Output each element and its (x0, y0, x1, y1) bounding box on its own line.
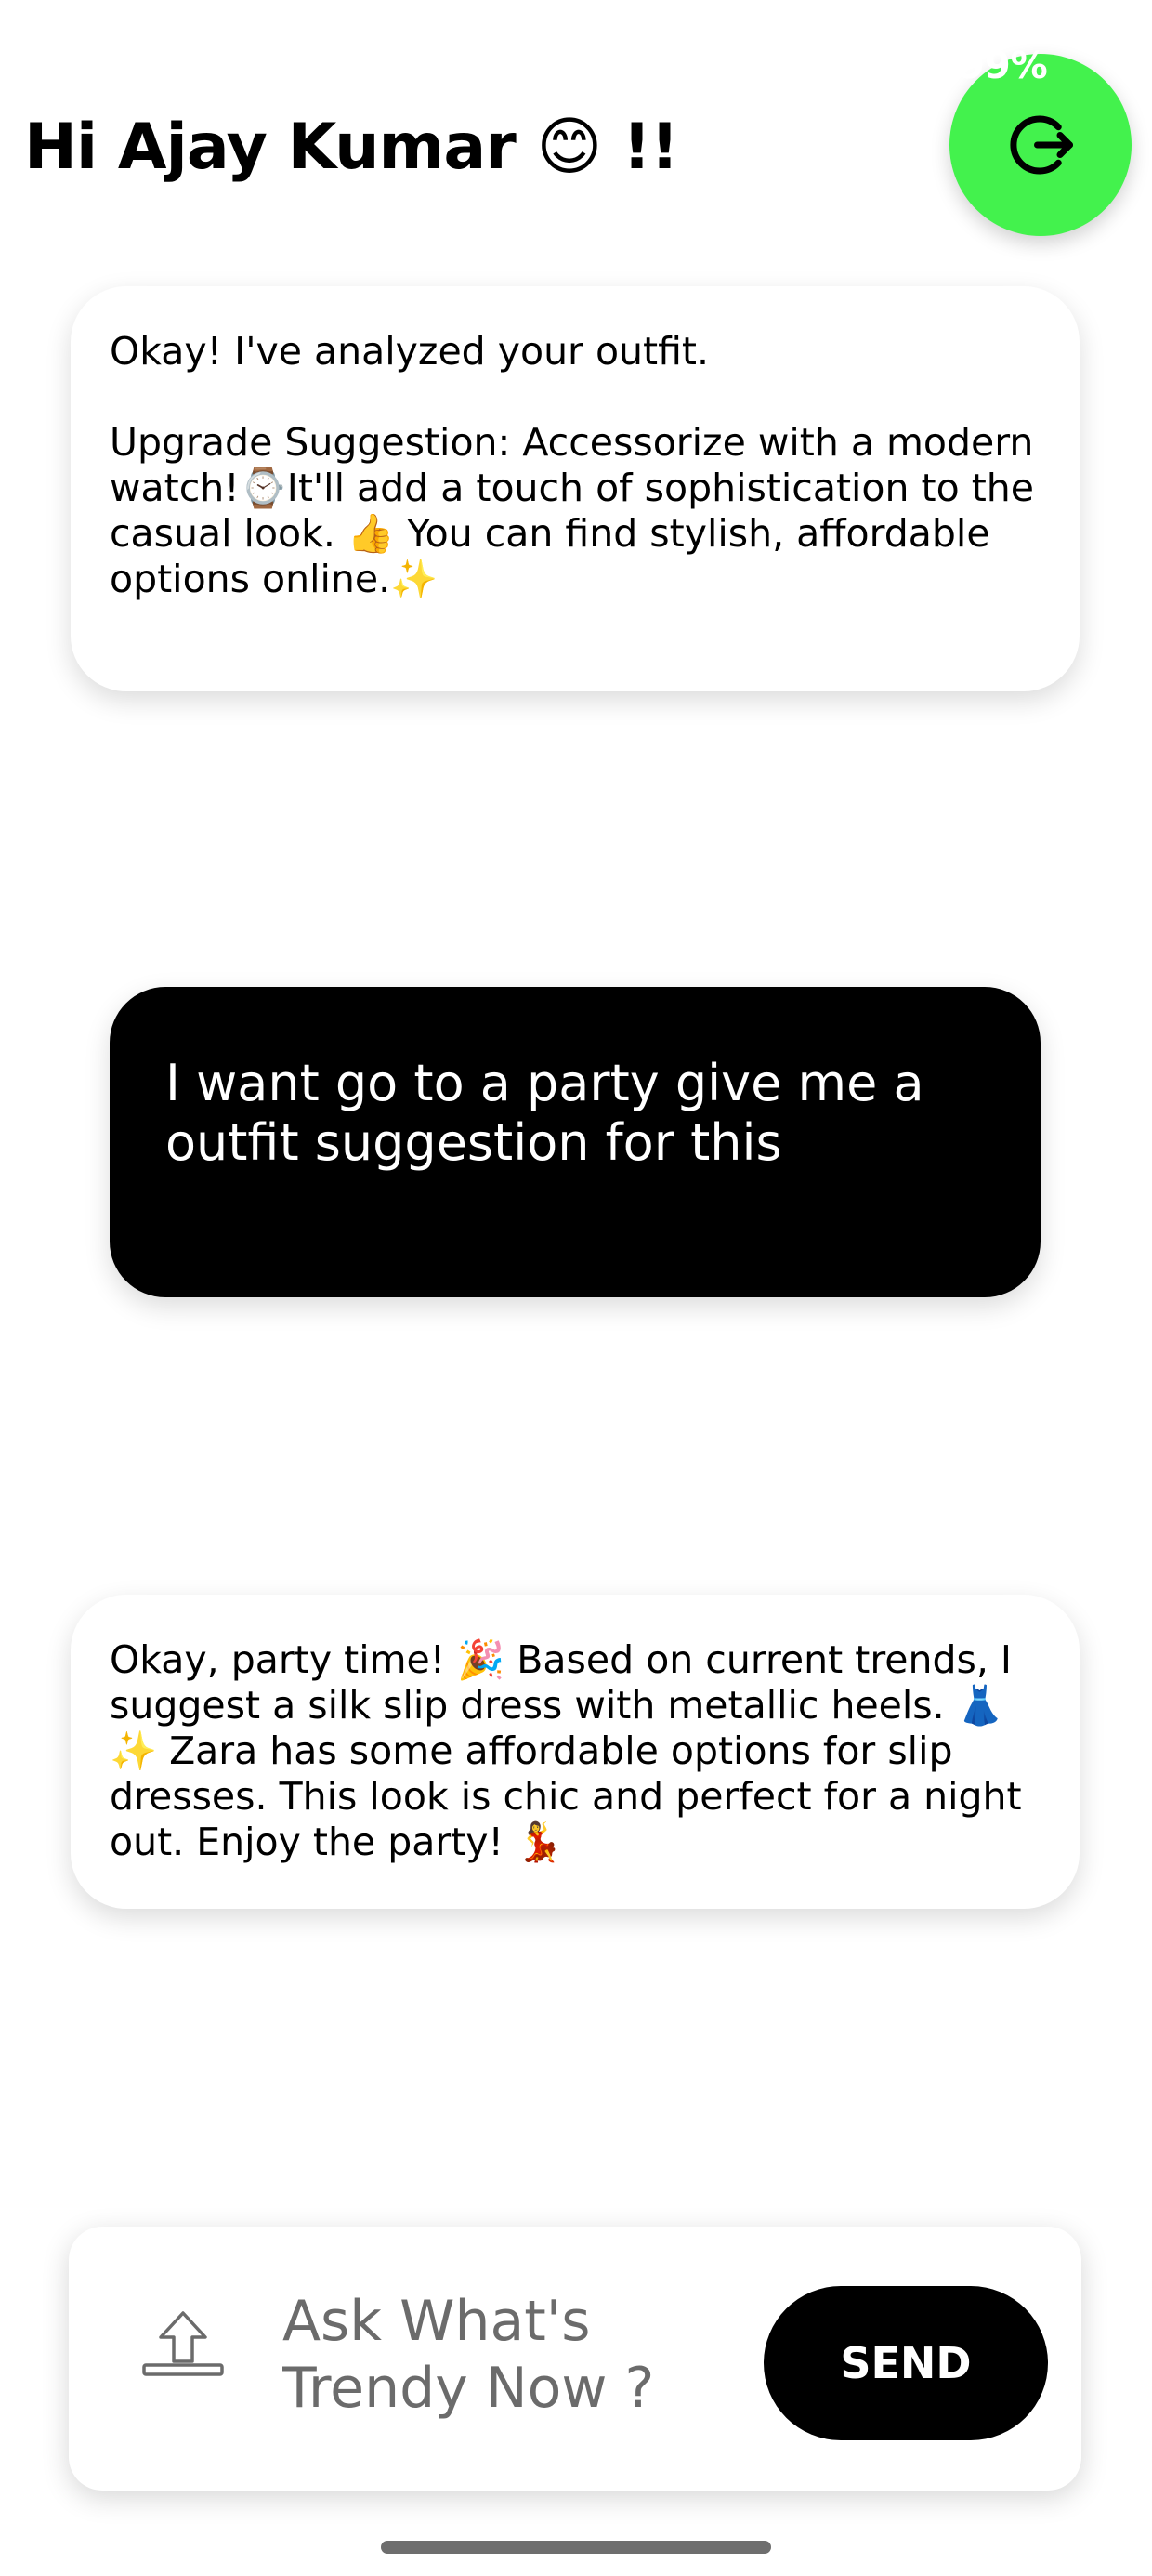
user-message: I want go to a party give me a outfit su… (110, 987, 1041, 1297)
upload-icon (142, 2311, 224, 2376)
logout-icon (1010, 115, 1073, 175)
assistant-message: Okay, party time! 🎉 Based on current tre… (71, 1595, 1080, 1909)
battery-indicator: 99% (959, 45, 1048, 87)
user-message-text: I want go to a party give me a outfit su… (165, 1054, 924, 1172)
assistant-message: Okay! I've analyzed your outfit. Upgrade… (71, 286, 1080, 691)
upload-button[interactable] (132, 2297, 234, 2390)
send-button[interactable]: SEND (764, 2286, 1048, 2440)
assistant-message-text: Okay, party time! 🎉 Based on current tre… (110, 1637, 1034, 1864)
assistant-message-text: Okay! I've analyzed your outfit. Upgrade… (110, 329, 1035, 601)
home-indicator (381, 2541, 771, 2554)
message-composer: SEND (69, 2227, 1081, 2491)
prompt-input[interactable] (282, 2288, 673, 2422)
greeting-title: Hi Ajay Kumar 😊 !! (24, 111, 679, 184)
